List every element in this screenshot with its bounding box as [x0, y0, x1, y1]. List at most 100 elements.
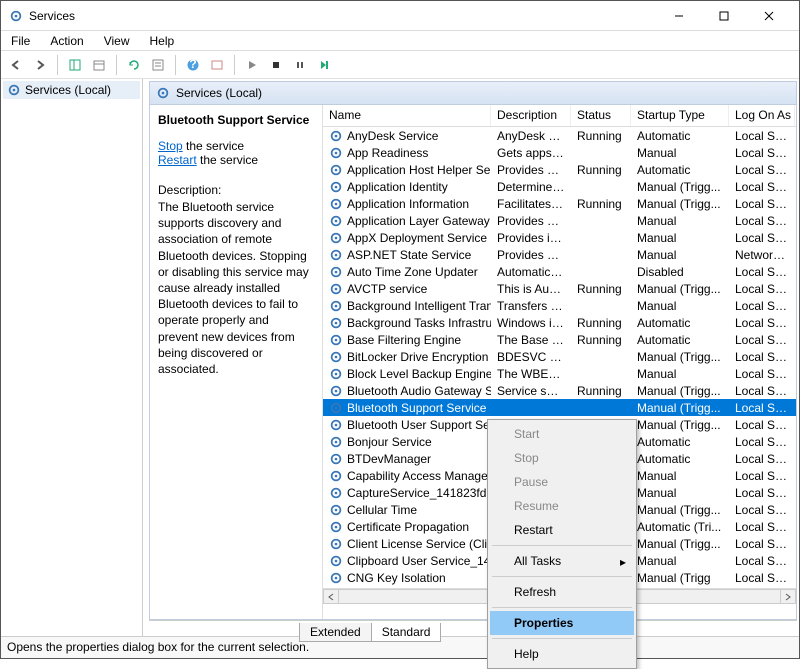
show-hide-tree-icon[interactable]: [64, 54, 86, 76]
ctx-resume[interactable]: Resume: [490, 494, 634, 518]
pause-service-icon[interactable]: [289, 54, 311, 76]
gear-icon: [329, 452, 343, 466]
service-row[interactable]: Background Tasks Infrastruc...Windows in…: [323, 314, 796, 331]
col-logon-as[interactable]: Log On As: [729, 105, 795, 126]
service-startup: Manual (Trigg...: [631, 502, 729, 518]
detail-header-label: Services (Local): [176, 86, 262, 100]
gear-icon: [329, 503, 343, 517]
scroll-left-icon[interactable]: [323, 589, 339, 604]
tab-standard[interactable]: Standard: [371, 623, 442, 642]
ctx-pause[interactable]: Pause: [490, 470, 634, 494]
menu-view[interactable]: View: [100, 32, 134, 50]
service-name: AVCTP service: [347, 282, 427, 296]
ctx-start[interactable]: Start: [490, 422, 634, 446]
service-row[interactable]: BitLocker Drive Encryption S...BDESVC ho…: [323, 348, 796, 365]
menubar: File Action View Help: [1, 31, 799, 51]
service-status: Running: [571, 281, 631, 297]
restart-service-icon[interactable]: [313, 54, 335, 76]
menu-action[interactable]: Action: [46, 32, 87, 50]
service-row[interactable]: Auto Time Zone UpdaterAutomaticall...Dis…: [323, 263, 796, 280]
service-startup: Manual: [631, 485, 729, 501]
service-startup: Manual: [631, 366, 729, 382]
service-row[interactable]: Base Filtering EngineThe Base Filt...Run…: [323, 331, 796, 348]
service-desc: The Base Filt...: [491, 332, 571, 348]
service-row[interactable]: ASP.NET State ServiceProvides sup...Manu…: [323, 246, 796, 263]
service-name: ASP.NET State Service: [347, 248, 471, 262]
scroll-right-icon[interactable]: [780, 589, 796, 604]
menu-file[interactable]: File: [7, 32, 34, 50]
service-row[interactable]: AppX Deployment Service (A...Provides in…: [323, 229, 796, 246]
service-desc: Provides sup...: [491, 247, 571, 263]
service-logon: Local Syster: [729, 417, 795, 433]
ctx-restart[interactable]: Restart: [490, 518, 634, 542]
minimize-button[interactable]: [656, 2, 701, 30]
service-row[interactable]: Bluetooth Audio Gateway Se...Service sup…: [323, 382, 796, 399]
service-row[interactable]: Application IdentityDetermines ...Manual…: [323, 178, 796, 195]
col-description[interactable]: Description: [491, 105, 571, 126]
service-startup: Automatic: [631, 451, 729, 467]
services-app-icon: [9, 9, 23, 23]
service-startup: Manual: [631, 298, 729, 314]
service-name: Bluetooth User Support Serv: [347, 418, 491, 432]
refresh-icon[interactable]: [123, 54, 145, 76]
properties-icon[interactable]: [147, 54, 169, 76]
service-logon: Local Syster: [729, 162, 795, 178]
service-row[interactable]: Block Level Backup Engine S...The WBENGI…: [323, 365, 796, 382]
help-icon[interactable]: ?: [182, 54, 204, 76]
gear-icon: [329, 367, 343, 381]
tab-extended[interactable]: Extended: [299, 623, 372, 642]
service-row[interactable]: Background Intelligent Tran...Transfers …: [323, 297, 796, 314]
forward-icon[interactable]: [29, 54, 51, 76]
col-startup-type[interactable]: Startup Type: [631, 105, 729, 126]
restart-service-link[interactable]: Restart: [158, 153, 197, 167]
service-row[interactable]: Application Host Helper Serv...Provides …: [323, 161, 796, 178]
stop-service-link[interactable]: Stop: [158, 139, 183, 153]
service-name: Bonjour Service: [347, 435, 432, 449]
gear-icon: [329, 265, 343, 279]
service-startup: Automatic: [631, 434, 729, 450]
service-logon: Local Servic: [729, 264, 795, 280]
export-list-icon[interactable]: [88, 54, 110, 76]
gear-icon: [329, 129, 343, 143]
service-row[interactable]: Application InformationFacilitates th...…: [323, 195, 796, 212]
service-desc: Windows inf...: [491, 315, 571, 331]
col-name[interactable]: Name: [323, 105, 491, 126]
col-status[interactable]: Status: [571, 105, 631, 126]
selected-service-name: Bluetooth Support Service: [158, 113, 312, 127]
service-status: Running: [571, 383, 631, 399]
service-name: BitLocker Drive Encryption S...: [347, 350, 491, 364]
service-startup: Automatic: [631, 315, 729, 331]
service-row[interactable]: AnyDesk ServiceAnyDesk su...RunningAutom…: [323, 127, 796, 144]
ctx-stop[interactable]: Stop: [490, 446, 634, 470]
service-desc: Provides infr...: [491, 230, 571, 246]
gear-icon: [329, 299, 343, 313]
service-row[interactable]: AVCTP serviceThis is Audio...RunningManu…: [323, 280, 796, 297]
service-row[interactable]: Application Layer Gateway S...Provides s…: [323, 212, 796, 229]
service-startup: Manual: [631, 230, 729, 246]
menu-help[interactable]: Help: [146, 32, 179, 50]
ctx-help[interactable]: Help: [490, 642, 634, 666]
service-logon: Local Servic: [729, 383, 795, 399]
service-row[interactable]: Bluetooth Support ServiceManual (Trigg..…: [323, 399, 796, 416]
service-name: Cellular Time: [347, 503, 417, 517]
ctx-refresh[interactable]: Refresh: [490, 580, 634, 604]
service-logon: Local Syster: [729, 366, 795, 382]
event-viewer-icon[interactable]: [206, 54, 228, 76]
gear-icon: [7, 83, 21, 97]
service-startup: Manual: [631, 213, 729, 229]
close-button[interactable]: [746, 2, 791, 30]
service-logon: Local Servic: [729, 332, 795, 348]
service-desc: AnyDesk su...: [491, 128, 571, 144]
service-logon: Local Servic: [729, 179, 795, 195]
stop-service-icon[interactable]: [265, 54, 287, 76]
ctx-properties[interactable]: Properties: [490, 611, 634, 635]
ctx-all-tasks[interactable]: All Tasks▸: [490, 549, 634, 573]
service-name: Base Filtering Engine: [347, 333, 461, 347]
start-service-icon[interactable]: [241, 54, 263, 76]
maximize-button[interactable]: [701, 2, 746, 30]
service-startup: Automatic: [631, 332, 729, 348]
service-desc: Gets apps re...: [491, 145, 571, 161]
nav-services-local[interactable]: Services (Local): [3, 81, 140, 99]
service-row[interactable]: App ReadinessGets apps re...ManualLocal …: [323, 144, 796, 161]
back-icon[interactable]: [5, 54, 27, 76]
